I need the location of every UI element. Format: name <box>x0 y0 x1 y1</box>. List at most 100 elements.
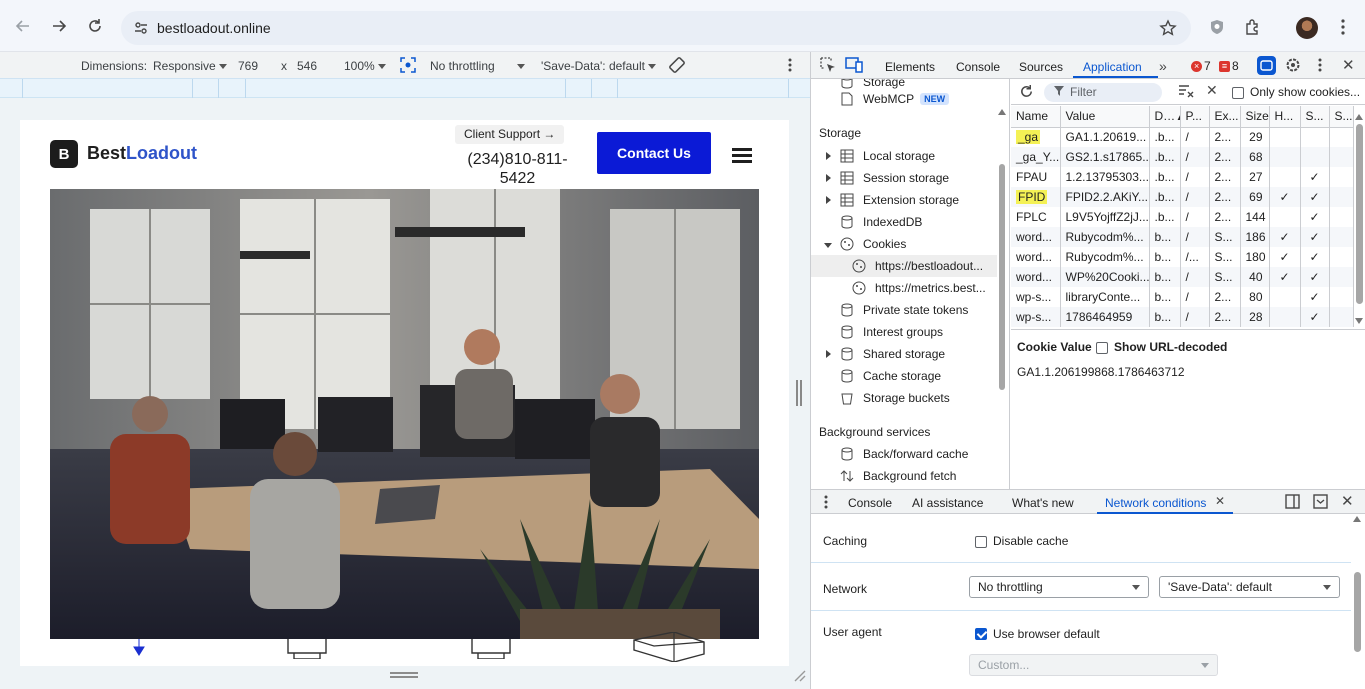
column-header-size[interactable]: Size <box>1240 106 1270 128</box>
viewport-resize-handle[interactable] <box>390 672 418 678</box>
tree-item-storage-buckets[interactable]: Storage buckets <box>839 387 950 409</box>
drawer-tab-ai-assistance[interactable]: AI assistance <box>912 496 983 510</box>
table-row[interactable]: _ga GA1.1.20619... .b.../2... 29 <box>1011 127 1354 147</box>
table-row[interactable]: word... WP%20Cooki... b... / S... 40 ✓ ✓ <box>1011 267 1354 287</box>
table-row[interactable]: FPAU 1.2.13795303... .b.../2... 27 ✓ <box>1011 167 1354 187</box>
column-header-httponly[interactable]: H... <box>1269 106 1301 128</box>
more-tabs-icon[interactable]: » <box>1159 58 1167 74</box>
height-input[interactable]: 546 <box>297 59 317 73</box>
logo-mark[interactable]: B <box>50 140 78 168</box>
table-row[interactable]: _ga_Y... GS2.1.s17865... .b.../2... 68 <box>1011 147 1354 167</box>
scroll-up-icon[interactable] <box>1355 114 1363 120</box>
corner-resize-icon[interactable] <box>792 668 806 685</box>
browser-menu-icon[interactable] <box>1332 16 1354 38</box>
chevron-down-icon[interactable] <box>517 59 525 73</box>
back-icon[interactable] <box>11 14 35 38</box>
column-header-domain[interactable]: D…▲ <box>1149 106 1181 128</box>
refresh-icon[interactable] <box>1019 84 1034 102</box>
only-show-cookies-checkbox[interactable] <box>1232 85 1250 99</box>
tab-application[interactable]: Application <box>1083 60 1142 74</box>
show-url-decoded-checkbox[interactable] <box>1096 340 1114 354</box>
column-header-path[interactable]: P... <box>1180 106 1210 128</box>
drawer-tab-network-conditions[interactable]: Network conditions <box>1105 496 1206 510</box>
table-row[interactable]: word... Rubycodm%... b.../... S... 180 ✓ ✓ <box>1011 247 1354 267</box>
ai-assistant-icon[interactable] <box>1257 56 1276 75</box>
tree-item-extension-storage[interactable]: Extension storage <box>839 189 959 211</box>
extensions-puzzle-icon[interactable] <box>1242 16 1264 38</box>
warning-count-badge[interactable]: ≡ 8 <box>1219 59 1239 73</box>
tree-item-local-storage[interactable]: Local storage <box>839 145 935 167</box>
column-header-samesite[interactable]: S... <box>1329 106 1354 128</box>
tree-item-cache-storage[interactable]: Cache storage <box>839 365 941 387</box>
devtools-splitter-handle[interactable] <box>796 380 802 406</box>
site-info-icon[interactable] <box>131 18 151 38</box>
rotate-icon[interactable] <box>668 56 686 77</box>
drawer-menu-icon[interactable] <box>824 495 828 512</box>
expand-arrow-icon[interactable] <box>826 152 831 160</box>
clear-filtered-icon[interactable] <box>1178 84 1194 101</box>
network-throttling-select[interactable]: No throttling <box>969 576 1149 598</box>
column-header-expires[interactable]: Ex... <box>1209 106 1241 128</box>
expand-arrow-icon[interactable] <box>826 174 831 182</box>
address-bar[interactable]: bestloadout.online <box>121 11 1191 45</box>
drawer-scrollbar[interactable] <box>1354 572 1361 652</box>
table-row[interactable]: wp-s... 1786464959 b.../2... 28 ✓ <box>1011 307 1354 327</box>
close-devtools-icon[interactable]: ✕ <box>1342 56 1355 74</box>
sidebar-scrollbar[interactable] <box>999 164 1005 390</box>
minimize-drawer-icon[interactable] <box>1313 494 1328 512</box>
contact-us-button[interactable]: Contact Us <box>597 132 711 174</box>
client-support-link[interactable]: Client Support → <box>455 125 565 144</box>
devtools-menu-icon[interactable] <box>1318 58 1322 75</box>
tree-item-cookie-site-2[interactable]: https://metrics.best... <box>851 277 986 299</box>
expand-arrow-icon[interactable] <box>826 350 831 358</box>
tree-item-session-storage[interactable]: Session storage <box>839 167 949 189</box>
collapse-arrow-icon[interactable] <box>824 243 832 248</box>
column-header-name[interactable]: Name <box>1011 106 1061 128</box>
forward-icon[interactable] <box>47 14 71 38</box>
device-mode-select[interactable]: Responsive <box>153 59 228 73</box>
width-input[interactable]: 769 <box>238 59 258 73</box>
reload-icon[interactable] <box>83 14 107 38</box>
table-row[interactable]: word... Rubycodm%... b... / S... 186 ✓ ✓ <box>1011 227 1354 247</box>
screenshot-icon[interactable] <box>400 57 416 76</box>
throttling-select[interactable]: No throttling <box>430 59 495 73</box>
use-browser-default-checkbox[interactable] <box>975 626 993 640</box>
device-toolbar-menu-icon[interactable] <box>788 58 792 75</box>
tree-item-shared-storage[interactable]: Shared storage <box>839 343 945 365</box>
profile-avatar[interactable] <box>1296 17 1318 39</box>
settings-gear-icon[interactable] <box>1285 57 1301 76</box>
drawer-tab-console[interactable]: Console <box>848 496 892 510</box>
table-row[interactable]: FPLC L9V5YojffZ2jJ... .b.../2... 144 ✓ <box>1011 207 1354 227</box>
tree-item-bfcache[interactable]: Back/forward cache <box>839 443 968 465</box>
scroll-up-icon[interactable] <box>1353 516 1361 522</box>
tree-item-background-fetch[interactable]: Background fetch <box>839 465 956 487</box>
close-tab-icon[interactable]: ✕ <box>1215 494 1225 508</box>
scroll-up-icon[interactable] <box>998 109 1006 115</box>
disable-cache-checkbox[interactable] <box>975 534 993 548</box>
brand-name[interactable]: BestLoadout <box>87 143 197 164</box>
dock-side-icon[interactable] <box>1285 494 1300 512</box>
media-query-ruler[interactable] <box>0 79 810 98</box>
delete-cookie-icon[interactable]: ✕ <box>1206 82 1218 99</box>
close-drawer-icon[interactable]: ✕ <box>1341 492 1354 510</box>
cookie-value-text[interactable]: GA1.1.206199868.1786463712 <box>1017 365 1185 379</box>
shield-extension-icon[interactable] <box>1206 16 1228 38</box>
inspect-element-icon[interactable] <box>820 57 836 76</box>
tree-item-cookie-site-1[interactable]: https://bestloadout... <box>851 255 983 277</box>
cookie-filter-input[interactable]: Filter <box>1044 83 1162 102</box>
column-header-value[interactable]: Value <box>1060 106 1150 128</box>
scroll-down-icon[interactable] <box>1355 318 1363 324</box>
device-toggle-icon[interactable] <box>845 57 863 76</box>
network-save-data-select[interactable]: 'Save-Data': default <box>1159 576 1340 598</box>
zoom-select[interactable]: 100% <box>344 59 387 73</box>
tab-elements[interactable]: Elements <box>885 60 935 74</box>
tab-console[interactable]: Console <box>956 60 1000 74</box>
column-header-secure[interactable]: S... <box>1300 106 1330 128</box>
bookmark-star-icon[interactable] <box>1159 19 1177 40</box>
error-count-badge[interactable]: × 7 <box>1191 59 1211 73</box>
cookies-scrollbar[interactable] <box>1356 124 1363 304</box>
save-data-select[interactable]: 'Save-Data': default <box>541 59 657 73</box>
drawer-tab-whats-new[interactable]: What's new <box>1012 496 1074 510</box>
phone-number[interactable]: (234)810-811-5422 <box>460 150 575 188</box>
custom-user-agent-select[interactable]: Custom... <box>969 654 1218 676</box>
